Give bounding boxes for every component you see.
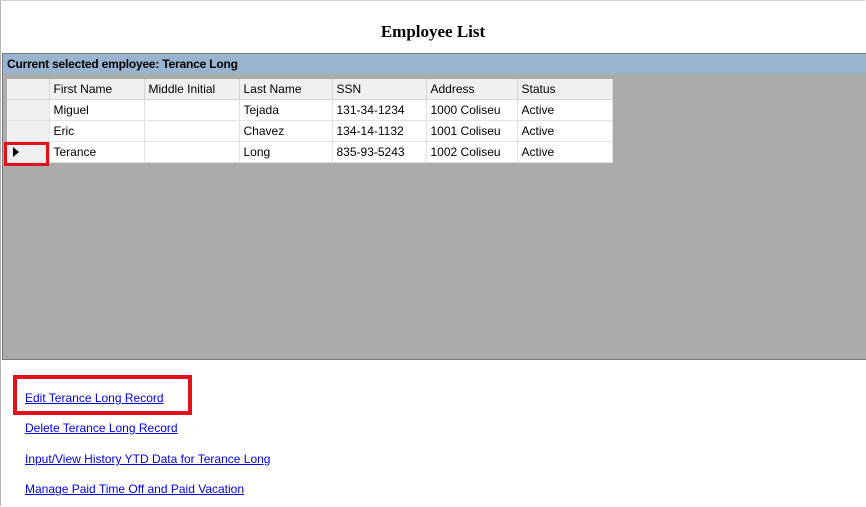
row-header-corner[interactable] xyxy=(7,79,50,100)
cell-status[interactable]: Active xyxy=(517,120,613,142)
cell-last-name[interactable]: Long xyxy=(239,141,333,163)
employee-grid: First Name Middle Initial Last Name SSN … xyxy=(7,79,613,163)
row-header[interactable] xyxy=(7,99,50,121)
cell-middle-initial[interactable] xyxy=(144,99,240,121)
cell-middle-initial[interactable] xyxy=(144,141,240,163)
grid-header-row: First Name Middle Initial Last Name SSN … xyxy=(7,79,613,100)
cell-first-name[interactable]: Terance xyxy=(49,141,145,163)
current-row-arrow-icon xyxy=(13,147,19,158)
row-header[interactable] xyxy=(7,120,50,142)
table-row[interactable]: Eric Chavez 134-14-1132 1001 Coliseu Act… xyxy=(7,120,613,142)
cell-address[interactable]: 1000 Coliseu xyxy=(426,99,518,121)
employee-grid-panel: Current selected employee: Terance Long … xyxy=(2,53,866,360)
cell-status[interactable]: Active xyxy=(517,99,613,121)
cell-ssn[interactable]: 131-34-1234 xyxy=(332,99,427,121)
column-header-middle-initial[interactable]: Middle Initial xyxy=(144,79,240,100)
table-row-selected[interactable]: Terance Long 835-93-5243 1002 Coliseu Ac… xyxy=(7,141,613,163)
column-header-last-name[interactable]: Last Name xyxy=(239,79,333,100)
cell-status[interactable]: Active xyxy=(517,141,613,163)
cell-ssn[interactable]: 835-93-5243 xyxy=(332,141,427,163)
cell-first-name[interactable]: Miguel xyxy=(49,99,145,121)
cell-ssn[interactable]: 134-14-1132 xyxy=(332,120,427,142)
edit-record-link[interactable]: Edit Terance Long Record xyxy=(25,391,164,405)
table-row[interactable]: Miguel Tejada 131-34-1234 1000 Coliseu A… xyxy=(7,99,613,121)
column-header-first-name[interactable]: First Name xyxy=(49,79,145,100)
cell-last-name[interactable]: Tejada xyxy=(239,99,333,121)
column-header-status[interactable]: Status xyxy=(517,79,613,100)
cell-last-name[interactable]: Chavez xyxy=(239,120,333,142)
cell-address[interactable]: 1001 Coliseu xyxy=(426,120,518,142)
delete-record-link[interactable]: Delete Terance Long Record xyxy=(25,421,178,435)
manage-pto-link[interactable]: Manage Paid Time Off and Paid Vacation xyxy=(25,482,244,496)
cell-address[interactable]: 1002 Coliseu xyxy=(426,141,518,163)
column-header-address[interactable]: Address xyxy=(426,79,518,100)
ytd-history-link[interactable]: Input/View History YTD Data for Terance … xyxy=(25,452,270,466)
grid-caption: Current selected employee: Terance Long xyxy=(3,54,866,74)
row-header-current[interactable] xyxy=(7,141,50,163)
page-title: Employee List xyxy=(380,22,486,41)
cell-middle-initial[interactable] xyxy=(144,120,240,142)
column-header-ssn[interactable]: SSN xyxy=(332,79,427,100)
cell-first-name[interactable]: Eric xyxy=(49,120,145,142)
